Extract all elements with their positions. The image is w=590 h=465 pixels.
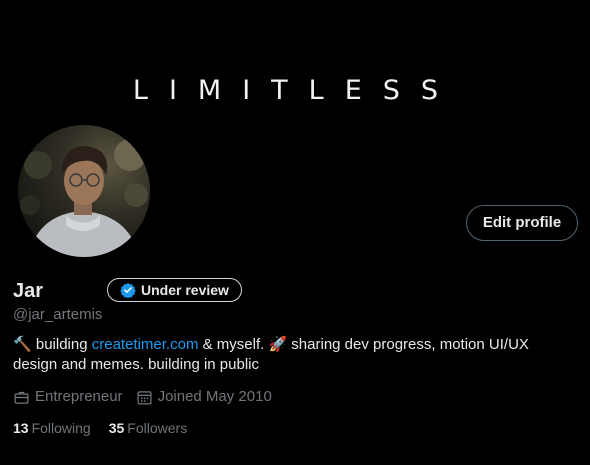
bio-text-start: building <box>31 336 92 353</box>
edit-profile-button[interactable]: Edit profile <box>466 205 578 241</box>
profile-bio: 🔨 building createtimer.com & myself. 🚀 s… <box>13 335 573 375</box>
followers-label: Followers <box>127 420 188 436</box>
category-item: Entrepreneur <box>13 387 123 407</box>
calendar-icon <box>137 390 152 405</box>
rocket-icon: 🚀 <box>268 336 288 353</box>
verification-status-badge[interactable]: Under review <box>107 278 242 302</box>
followers-count: 35 <box>108 420 125 436</box>
profile-stats: 13 Following 35 Followers <box>13 418 205 438</box>
profile-handle: @jar_artemis <box>13 306 103 323</box>
bio-link[interactable]: createtimer.com <box>92 336 199 353</box>
bio-text-middle: & myself. <box>198 336 269 353</box>
following-count: 13 <box>13 420 29 436</box>
profile-name: Jar <box>13 280 44 302</box>
avatar[interactable] <box>14 121 154 261</box>
followers-link[interactable]: 35 Followers <box>109 418 187 438</box>
banner-text: LIMITLESS <box>132 75 460 106</box>
avatar-portrait-icon <box>18 125 150 257</box>
category-label: Entrepreneur <box>35 388 123 405</box>
joined-label: Joined May 2010 <box>157 388 272 405</box>
briefcase-icon <box>14 391 29 404</box>
verified-check-icon <box>120 283 136 298</box>
badge-label: Under review <box>141 282 229 298</box>
profile-meta: Entrepreneur Joined May 2010 <box>13 387 285 407</box>
following-link[interactable]: 13 Following <box>13 418 91 438</box>
avatar-photo <box>18 125 150 257</box>
following-label: Following <box>31 420 91 436</box>
hammer-icon: 🔨 <box>13 336 32 353</box>
joined-item: Joined May 2010 <box>136 387 272 407</box>
